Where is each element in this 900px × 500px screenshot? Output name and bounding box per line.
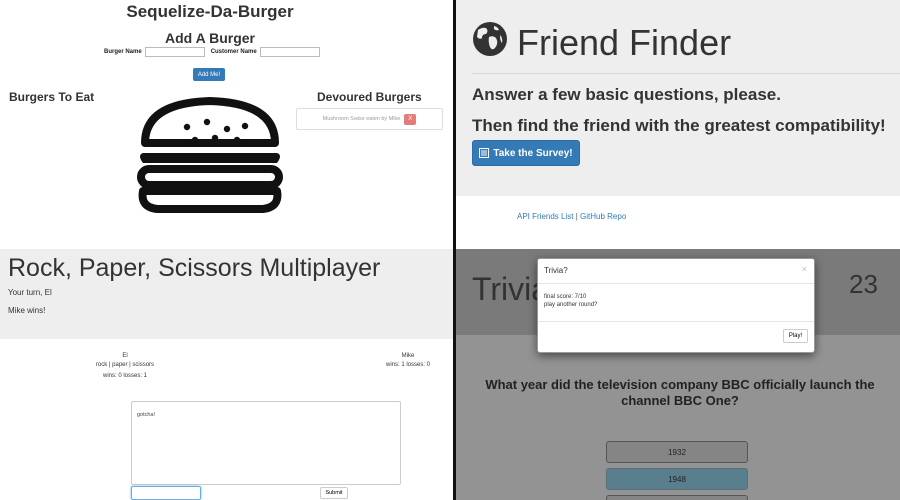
chat-input[interactable] [131, 486, 201, 500]
take-survey-button[interactable]: Take the Survey! [472, 140, 580, 166]
chat-box: gotcha! [131, 401, 401, 485]
add-burger-button[interactable]: Add Me! [193, 68, 225, 81]
replay-prompt: play another round? [544, 302, 598, 308]
burger-icon [137, 97, 283, 213]
answer-option[interactable] [606, 495, 748, 500]
take-survey-label: Take the Survey! [493, 147, 573, 159]
friend-finder-panel: Friend Finder Answer a few basic questio… [456, 0, 900, 248]
friend-finder-title: Friend Finder [517, 22, 732, 63]
chat-message: gotcha! [137, 412, 156, 418]
friend-finder-line1: Answer a few basic questions, please. [472, 85, 781, 104]
burger-app-panel: Sequelize-Da-Burger Add A Burger Burger … [0, 0, 453, 248]
player1-panel: El rock | paper | scissors [95, 352, 155, 370]
answer-option[interactable]: 1932 [606, 441, 748, 463]
close-icon[interactable]: × [802, 264, 807, 274]
devoured-burger-text: Mushroom Swiss eaten by Mike [322, 116, 401, 122]
trivia-timer: 23 [849, 269, 878, 299]
footer-links: API Friends List | GitHub Repo [517, 212, 626, 221]
devoured-burgers-heading: Devoured Burgers [317, 90, 422, 104]
devoured-burger-item: Mushroom Swiss eaten by Mike X [296, 108, 443, 130]
player2-panel: Mike wins: 1 losses: 0 [385, 352, 431, 370]
modal-body: final score: 7/10 play another round? [544, 293, 597, 309]
globe-icon [473, 22, 507, 56]
score-modal: Trivia? × final score: 7/10 play another… [537, 258, 815, 353]
final-score: final score: 7/10 [544, 294, 587, 300]
turn-status: Your turn, El [8, 288, 52, 297]
modal-title: Trivia? [544, 266, 568, 275]
player1-choices[interactable]: rock | paper | scissors [95, 361, 155, 370]
player1-name: El [122, 353, 128, 359]
modal-footer-divider [538, 321, 814, 322]
rps-panel: Rock, Paper, Scissors Multiplayer Your t… [0, 249, 453, 500]
player2-name: Mike [401, 353, 415, 359]
add-burger-form: Burger Name Customer Name [104, 47, 320, 57]
burger-name-label: Burger Name [104, 49, 142, 55]
burgers-to-eat-heading: Burgers To Eat [9, 90, 95, 104]
modal-header: Trivia? × [538, 259, 814, 284]
add-burger-heading: Add A Burger [165, 30, 255, 46]
delete-burger-button[interactable]: X [404, 113, 417, 125]
player2-stats: wins: 1 losses: 0 [385, 362, 431, 368]
customer-name-label: Customer Name [210, 49, 257, 55]
player1-stats: wins: 0 losses: 1 [102, 373, 148, 379]
burger-name-input[interactable] [144, 47, 205, 57]
api-friends-link[interactable]: API Friends List [517, 212, 573, 221]
list-icon [479, 148, 490, 158]
title-divider [472, 73, 900, 74]
chat-submit-button[interactable]: Submit [320, 487, 348, 499]
result-status: Mike wins! [8, 306, 46, 315]
friend-finder-line2: Then find the friend with the greatest c… [472, 116, 886, 135]
customer-name-input[interactable] [259, 47, 320, 57]
play-button[interactable]: Play! [783, 329, 808, 343]
burger-app-title: Sequelize-Da-Burger [126, 2, 294, 21]
trivia-question: What year did the television company BBC… [485, 377, 875, 408]
trivia-panel: Trivia 23 What year did the television c… [456, 249, 900, 500]
rps-title: Rock, Paper, Scissors Multiplayer [8, 254, 381, 282]
github-repo-link[interactable]: GitHub Repo [580, 212, 626, 221]
answer-option-selected[interactable]: 1948 [606, 468, 748, 490]
link-separator: | [575, 212, 578, 221]
